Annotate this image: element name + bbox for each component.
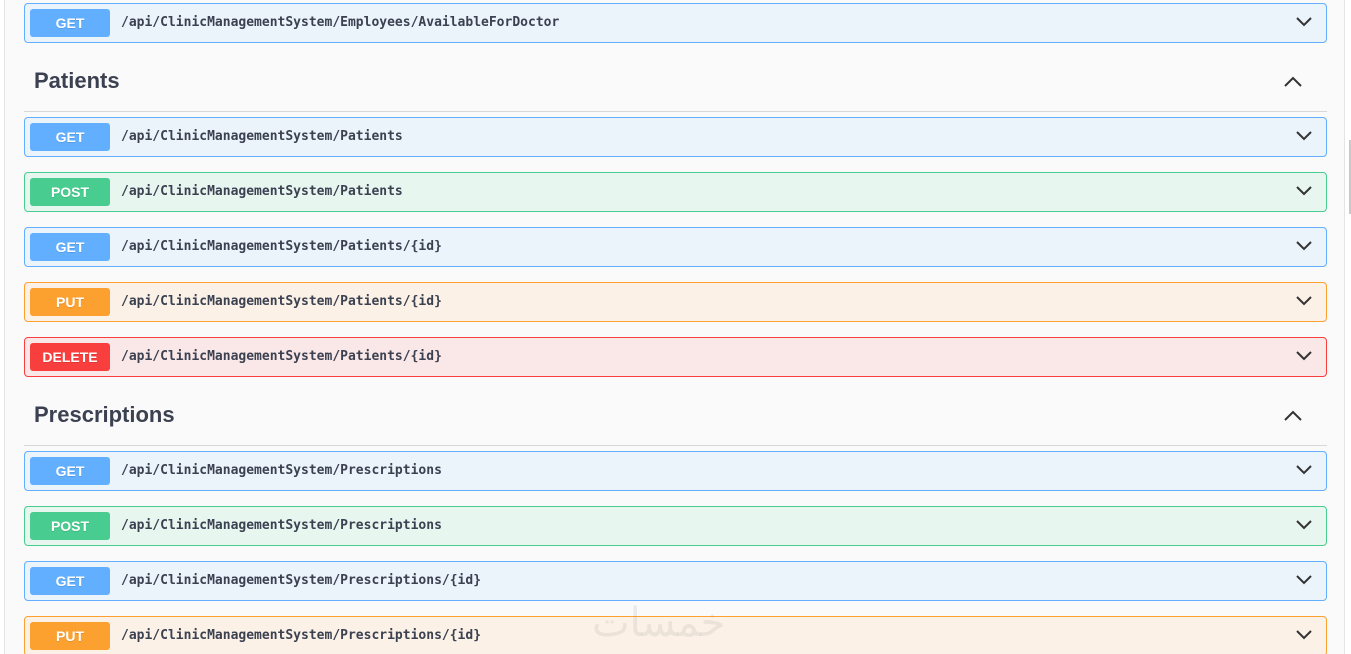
chevron-down-icon[interactable] [1294, 517, 1314, 533]
chevron-down-icon[interactable] [1294, 572, 1314, 588]
method-badge: POST [30, 512, 110, 540]
operation-path: /api/ClinicManagementSystem/Patients [121, 184, 403, 199]
chevron-up-icon[interactable] [1281, 407, 1305, 425]
method-badge: GET [30, 567, 110, 595]
chevron-down-icon[interactable] [1294, 238, 1314, 254]
method-badge: PUT [30, 622, 110, 650]
operations-content: GET /api/ClinicManagementSystem/Employee… [24, 3, 1327, 654]
operation-get-prescription-by-id[interactable]: GET /api/ClinicManagementSystem/Prescrip… [24, 561, 1327, 601]
operation-path: /api/ClinicManagementSystem/Prescription… [121, 573, 482, 588]
chevron-up-icon[interactable] [1281, 73, 1305, 91]
operation-path: /api/ClinicManagementSystem/Patients/{id… [121, 349, 442, 364]
operation-path: /api/ClinicManagementSystem/Patients/{id… [121, 239, 442, 254]
chevron-down-icon[interactable] [1294, 627, 1314, 643]
operation-list-top: GET /api/ClinicManagementSystem/Employee… [24, 3, 1327, 43]
chevron-down-icon[interactable] [1294, 183, 1314, 199]
chevron-down-icon[interactable] [1294, 14, 1314, 30]
chevron-down-icon[interactable] [1294, 293, 1314, 309]
operation-post-patients[interactable]: POST /api/ClinicManagementSystem/Patient… [24, 172, 1327, 212]
swagger-page: GET /api/ClinicManagementSystem/Employee… [0, 0, 1351, 654]
operation-put-patient-by-id[interactable]: PUT /api/ClinicManagementSystem/Patients… [24, 282, 1327, 322]
operation-get-prescriptions[interactable]: GET /api/ClinicManagementSystem/Prescrip… [24, 451, 1327, 491]
operation-delete-patient-by-id[interactable]: DELETE /api/ClinicManagementSystem/Patie… [24, 337, 1327, 377]
method-badge: GET [30, 457, 110, 485]
operation-put-prescription-by-id[interactable]: PUT /api/ClinicManagementSystem/Prescrip… [24, 616, 1327, 654]
method-badge: GET [30, 123, 110, 151]
operation-path: /api/ClinicManagementSystem/Prescription… [121, 628, 482, 643]
operation-get-patients[interactable]: GET /api/ClinicManagementSystem/Patients [24, 117, 1327, 157]
method-badge: PUT [30, 288, 110, 316]
section-title: Prescriptions [34, 402, 175, 427]
chevron-down-icon[interactable] [1294, 462, 1314, 478]
method-badge: POST [30, 178, 110, 206]
method-badge: GET [30, 9, 110, 37]
chevron-down-icon[interactable] [1294, 128, 1314, 144]
section-header-prescriptions[interactable]: Prescriptions [24, 392, 1327, 446]
method-badge: GET [30, 233, 110, 261]
section-title: Patients [34, 68, 120, 93]
operation-get-employees-available-for-doctor[interactable]: GET /api/ClinicManagementSystem/Employee… [24, 3, 1327, 43]
operation-post-prescriptions[interactable]: POST /api/ClinicManagementSystem/Prescri… [24, 506, 1327, 546]
section-header-patients[interactable]: Patients [24, 58, 1327, 112]
operation-get-patient-by-id[interactable]: GET /api/ClinicManagementSystem/Patients… [24, 227, 1327, 267]
operation-path: /api/ClinicManagementSystem/Patients [121, 129, 403, 144]
operation-path: /api/ClinicManagementSystem/Prescription… [121, 463, 442, 478]
operation-path: /api/ClinicManagementSystem/Prescription… [121, 518, 442, 533]
operation-path: /api/ClinicManagementSystem/Patients/{id… [121, 294, 442, 309]
method-badge: DELETE [30, 343, 110, 371]
operation-path: /api/ClinicManagementSystem/Employees/Av… [121, 15, 560, 30]
chevron-down-icon[interactable] [1294, 348, 1314, 364]
